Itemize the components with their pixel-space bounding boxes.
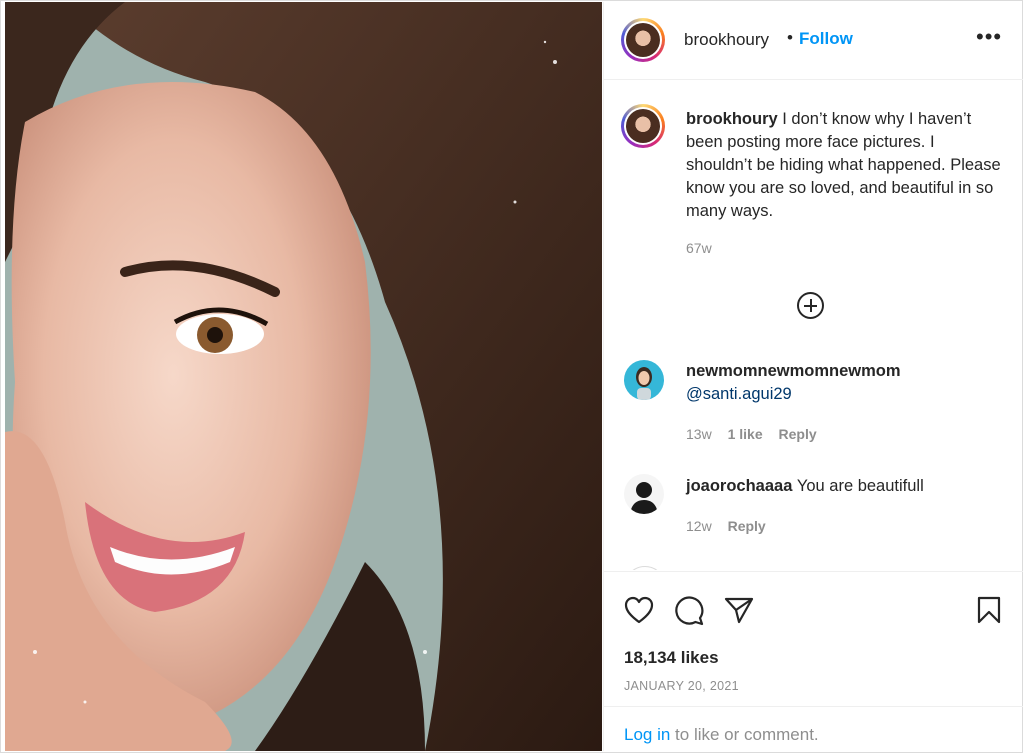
follow-button[interactable]: Follow (799, 29, 853, 49)
post-side-panel: brookhoury • Follow ••• brookhoury I don… (603, 2, 1023, 751)
post-header: brookhoury • Follow ••• (604, 2, 1023, 80)
comment-body: newmomnewmomnewmom @santi.agui29 (686, 360, 1006, 406)
post-photo[interactable] (5, 2, 602, 751)
reply-button[interactable]: Reply (728, 518, 766, 534)
post-actions: 18,134 likes JANUARY 20, 2021 Log in to … (604, 571, 1023, 752)
login-text: to like or comment. (670, 725, 819, 744)
heart-icon[interactable] (624, 596, 654, 624)
comment-body: joaorochaaaa You are beautifull (686, 475, 1006, 498)
author-username[interactable]: brookhoury (684, 30, 769, 50)
comment-username[interactable]: newmomnewmomnewmom (686, 360, 1006, 383)
caption-time[interactable]: 67w (686, 240, 712, 256)
login-prompt: Log in to like or comment. (604, 706, 1023, 753)
comment-icon[interactable] (674, 596, 704, 626)
post-dialog: brookhoury • Follow ••• brookhoury I don… (0, 0, 1023, 753)
comment-text: You are beautifull (796, 477, 924, 495)
comment-mention[interactable]: @santi.agui29 (686, 383, 1006, 406)
caption-author-avatar[interactable] (621, 104, 665, 148)
likes-count[interactable]: 18,134 likes (624, 648, 719, 668)
plus-circle-icon[interactable] (797, 292, 824, 319)
comment-meta: 12w Reply (686, 518, 766, 534)
separator-dot: • (787, 28, 793, 47)
comment-likes[interactable]: 1 like (728, 426, 763, 442)
comment-time[interactable]: 13w (686, 426, 712, 442)
bookmark-icon[interactable] (976, 596, 1002, 624)
comment-time[interactable]: 12w (686, 518, 712, 534)
caption-username[interactable]: brookhoury (686, 110, 778, 128)
reply-button[interactable]: Reply (779, 426, 817, 442)
post-caption: brookhoury I don’t know why I haven’t be… (686, 108, 1004, 223)
post-date: JANUARY 20, 2021 (624, 679, 739, 693)
commenter-avatar[interactable] (624, 474, 664, 514)
comment-meta: 13w 1 like Reply (686, 426, 817, 442)
commenter-avatar[interactable] (624, 566, 666, 570)
share-icon[interactable] (724, 596, 754, 624)
more-options-icon[interactable]: ••• (976, 26, 1002, 48)
author-avatar[interactable] (621, 18, 665, 62)
comment-username[interactable]: joaorochaaaa (686, 477, 792, 495)
commenter-avatar[interactable] (624, 360, 664, 400)
selfie-illustration (5, 2, 602, 751)
comments-section[interactable]: brookhoury I don’t know why I haven’t be… (604, 80, 1023, 570)
login-link[interactable]: Log in (624, 725, 670, 744)
